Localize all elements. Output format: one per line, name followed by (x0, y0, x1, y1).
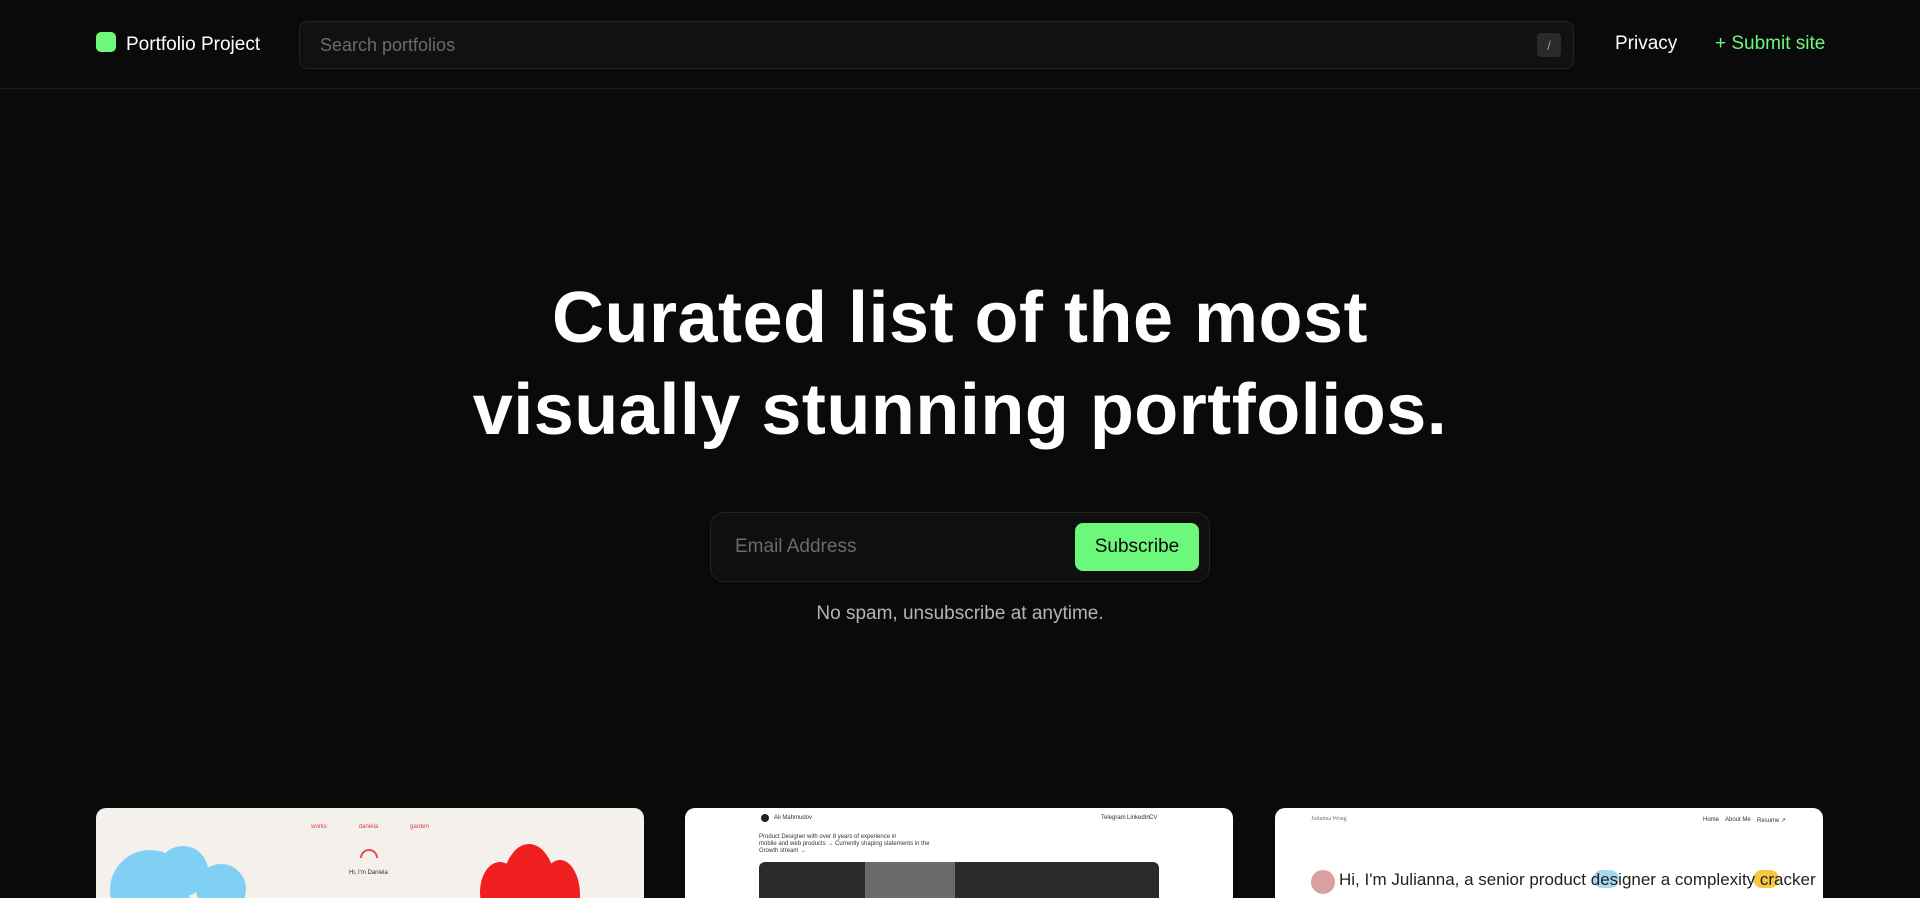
subscribe-hint: No spam, unsubscribe at anytime. (816, 603, 1104, 624)
logo-text: Portfolio Project (126, 34, 261, 55)
card-nav-item: works (311, 824, 327, 830)
card-link: Home (1703, 817, 1720, 823)
card-intro: Hi, I'm Daniela (349, 870, 388, 876)
search-bar[interactable]: / (299, 21, 1574, 69)
card-link: LinkedIn (1127, 815, 1150, 821)
nav-privacy-link[interactable]: Privacy (1615, 33, 1677, 55)
card-photo-highlight (865, 862, 955, 898)
subscribe-button[interactable]: Subscribe (1075, 523, 1199, 571)
submit-site-link[interactable]: + Submit site (1715, 33, 1825, 55)
card-link: Resume ↗ (1757, 818, 1787, 824)
card-author: Ali Mahmudov (774, 815, 813, 821)
red-blob-shape (502, 844, 556, 898)
card-link: About Me (1725, 817, 1751, 823)
hero-title-line-2: visually stunning portfolios. (472, 370, 1448, 450)
card-link: CV (1149, 815, 1158, 821)
portfolio-card[interactable]: Julianna Wong Home About Me Resume ↗ Hi,… (1275, 808, 1823, 898)
rainbow-icon (360, 849, 378, 858)
email-input[interactable] (735, 536, 1075, 558)
hero-title: Curated list of the most visually stunni… (0, 272, 1920, 456)
logo-mark-icon (96, 32, 116, 52)
card-nav: works daniela garden (96, 824, 644, 830)
card-link: Telegram (1101, 815, 1126, 821)
hero-title-line-1: Curated list of the most (551, 278, 1369, 358)
portfolio-card[interactable]: Ali Mahmudov Telegram LinkedIn CV Produc… (685, 808, 1233, 898)
avatar (1311, 870, 1335, 894)
card-nav-item: garden (410, 824, 429, 830)
subscribe-form: Subscribe (710, 512, 1210, 582)
card-nav-item: daniela (358, 824, 379, 830)
search-shortcut-key: / (1537, 33, 1561, 57)
search-input[interactable] (300, 22, 1537, 68)
avatar (761, 814, 769, 822)
card-bio: mobile and web products → Currently shap… (759, 841, 930, 847)
card-bio: Growth stream → (759, 848, 807, 854)
site-header: Portfolio Project / Privacy + Submit sit… (0, 0, 1920, 89)
card-photo (759, 862, 1159, 898)
portfolio-card[interactable]: works daniela garden Hi, I'm Daniela (96, 808, 644, 898)
logo[interactable]: Portfolio Project (96, 30, 260, 60)
card-author: Julianna Wong (1311, 816, 1347, 822)
card-headline: Hi, I'm Julianna, a senior product desig… (1339, 870, 1816, 889)
card-bio: Product Designer with over 8 years of ex… (759, 834, 897, 840)
